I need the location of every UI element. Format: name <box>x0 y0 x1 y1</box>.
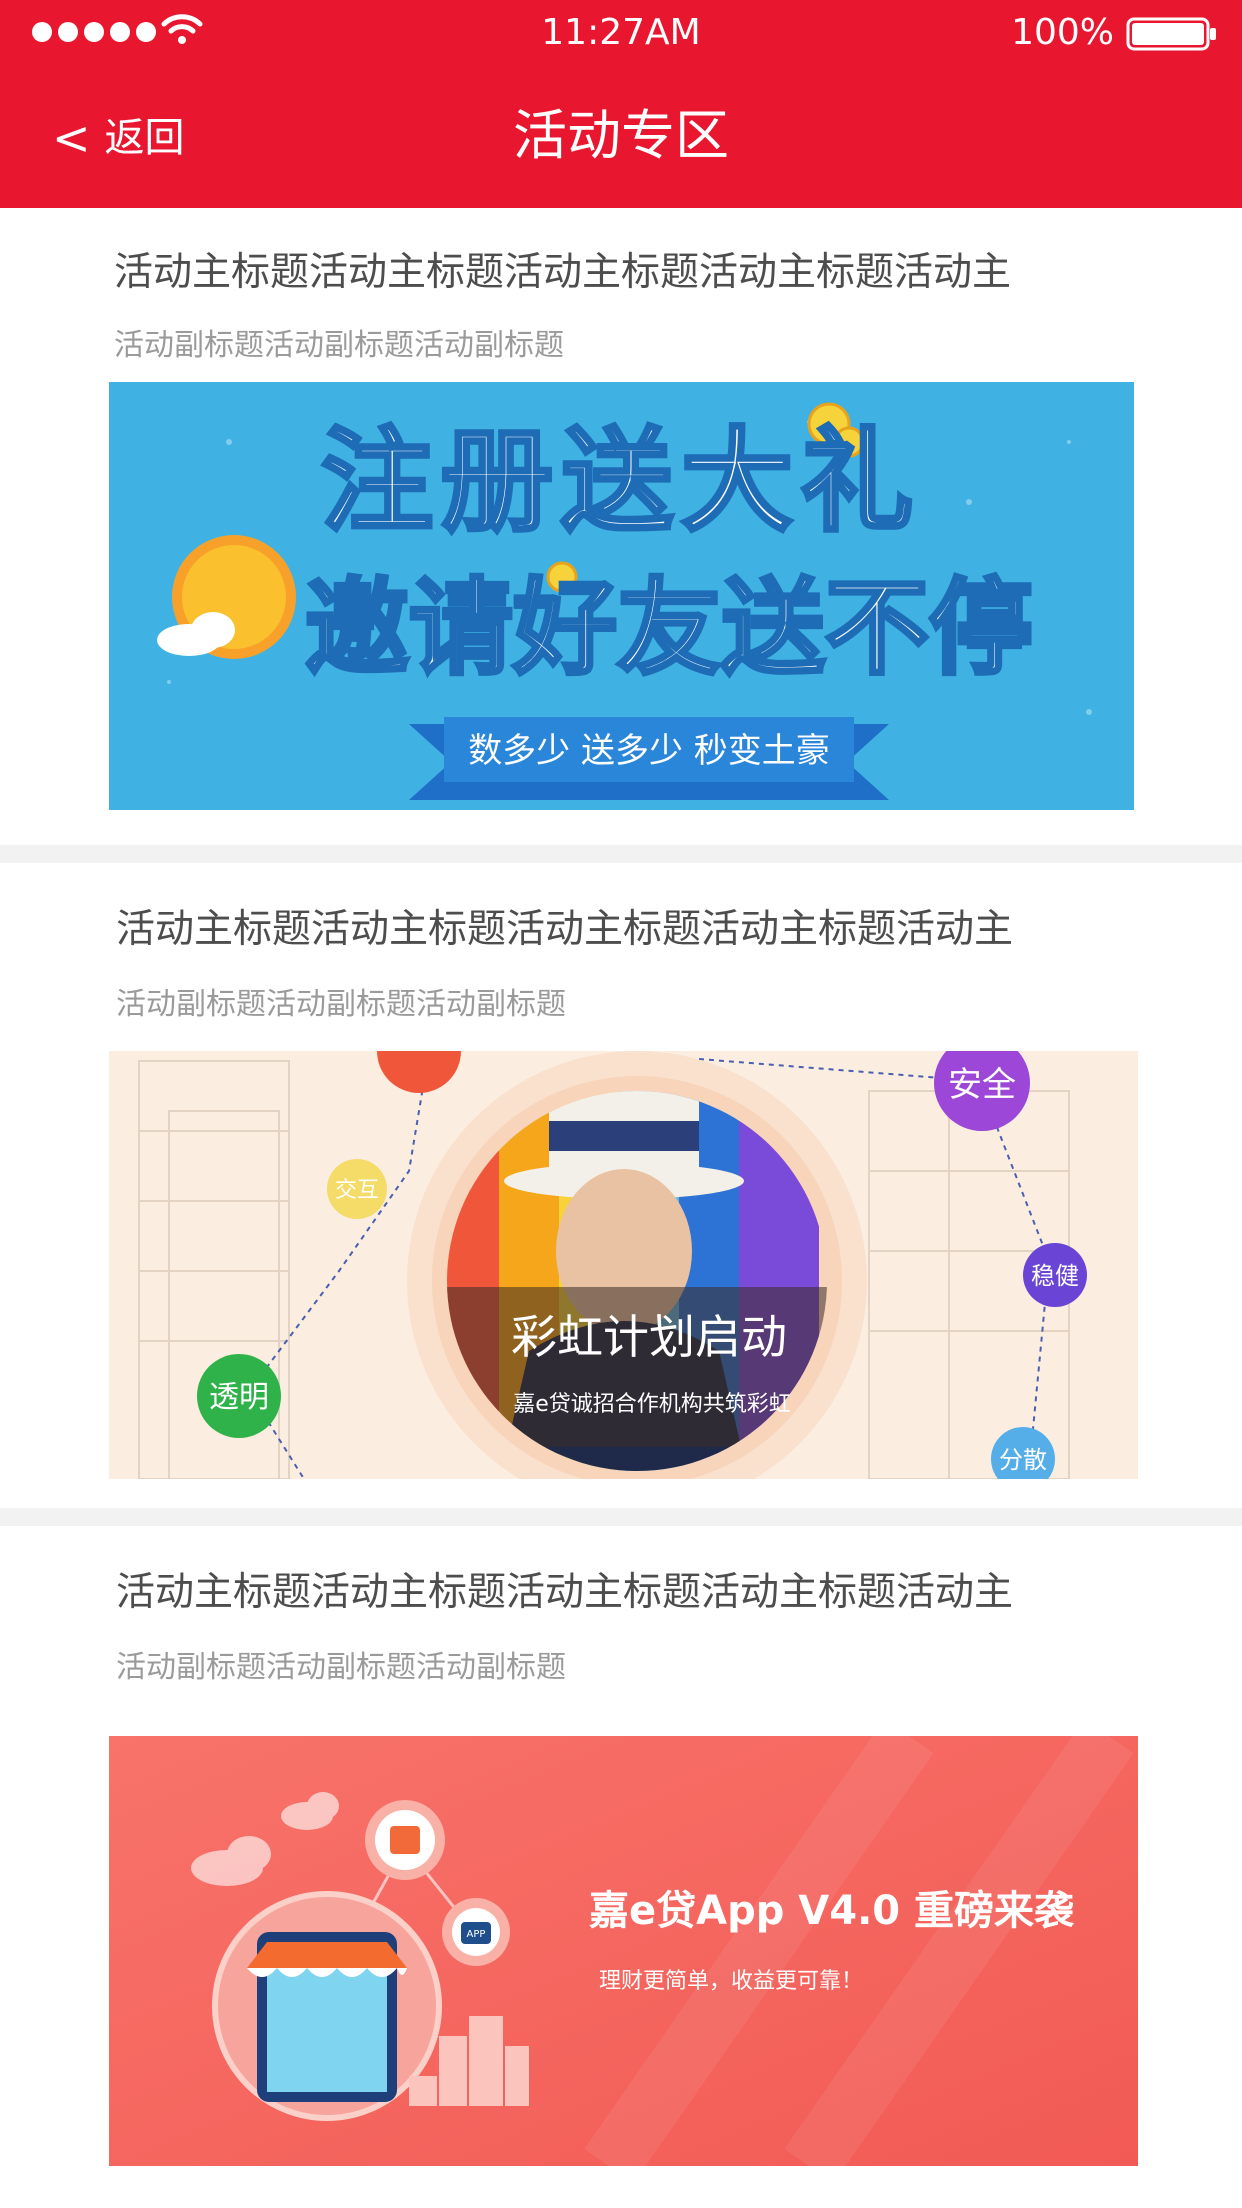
nav-bar: < 返回 活动专区 <box>0 64 1242 208</box>
svg-text:安全: 安全 <box>948 1065 1016 1105</box>
banner-headline-1: 注册送大礼 <box>321 417 921 547</box>
battery-icon <box>1126 17 1216 51</box>
activity-card[interactable]: 活动主标题活动主标题活动主标题活动主标题活动主 活动副标题活动副标题活动副标题 <box>0 208 1242 844</box>
tag-transparent: 透明 <box>197 1354 281 1438</box>
shop-icon <box>212 1891 442 2121</box>
svg-text:透明: 透明 <box>209 1380 269 1415</box>
battery-percent: 100% <box>1011 12 1114 53</box>
svg-text:交互: 交互 <box>335 1178 379 1203</box>
banner-subline: 嘉e贷诚招合作机构共筑彩虹 <box>513 1392 791 1417</box>
app-badge-icon: APP <box>442 1898 510 1966</box>
activity-banner-app[interactable]: APP 嘉e贷App V4.0 重磅来袭 理财更简单，收益更可靠！ <box>109 1736 1138 2166</box>
activity-title: 活动主标题活动主标题活动主标题活动主标题活动主 <box>116 907 1014 952</box>
page-title: 活动专区 <box>513 104 729 167</box>
activity-card[interactable]: 活动主标题活动主标题活动主标题活动主标题活动主 活动副标题活动副标题活动副标题 <box>0 863 1242 1509</box>
tag-steady: 稳健 <box>1023 1243 1087 1307</box>
banner-subline: 理财更简单，收益更可靠！ <box>599 1969 863 1994</box>
activity-title: 活动主标题活动主标题活动主标题活动主标题活动主 <box>114 250 1012 295</box>
activity-subtitle: 活动副标题活动副标题活动副标题 <box>116 1650 566 1685</box>
svg-text:稳健: 稳健 <box>1031 1262 1079 1290</box>
section-divider <box>0 1508 1242 1526</box>
status-bar: 11:27AM 100% <box>0 0 1242 64</box>
svg-text:分散: 分散 <box>999 1446 1047 1474</box>
activity-banner-rainbow[interactable]: 彩虹计划启动 嘉e贷诚招合作机构共筑彩虹 安全 稳健 分散 透明 交互 <box>109 1051 1138 1479</box>
banner-ribbon-text: 数多少 送多少 秒变土豪 <box>468 731 830 771</box>
activity-title: 活动主标题活动主标题活动主标题活动主标题活动主 <box>116 1570 1014 1615</box>
app-header: 11:27AM 100% < 返回 活动专区 <box>0 0 1242 208</box>
store-icon <box>365 1800 445 1880</box>
svg-text:APP: APP <box>467 1929 486 1940</box>
activity-subtitle: 活动副标题活动副标题活动副标题 <box>114 328 564 363</box>
activity-card[interactable]: 活动主标题活动主标题活动主标题活动主标题活动主 活动副标题活动副标题活动副标题 <box>0 1526 1242 2208</box>
activity-subtitle: 活动副标题活动副标题活动副标题 <box>116 987 566 1022</box>
banner-headline: 嘉e贷App V4.0 重磅来袭 <box>589 1888 1075 1934</box>
tag-interact: 交互 <box>327 1159 387 1219</box>
banner-headline: 彩虹计划启动 <box>511 1310 787 1364</box>
banner-headline-2: 邀请好友送不停 <box>305 567 1033 689</box>
section-divider <box>0 845 1242 863</box>
activity-banner-register[interactable]: 注册送大礼 邀请好友送不停 数多少 送多少 秒变土豪 <box>109 382 1134 810</box>
